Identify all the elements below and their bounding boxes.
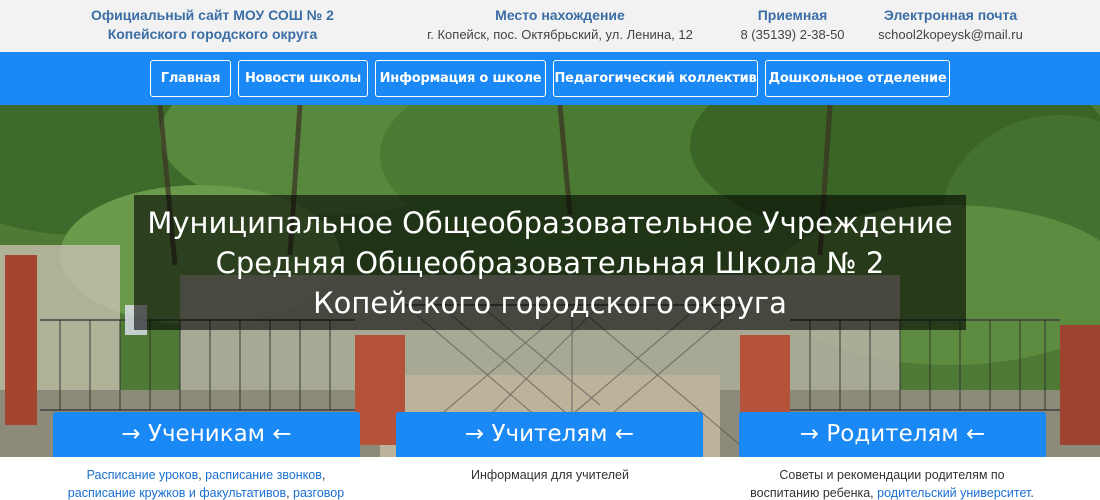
phone-block: Приемная 8 (35139) 2-38-50 <box>725 6 860 44</box>
parents-desc-line1: Советы и рекомендации родителям по <box>779 468 1005 482</box>
email-value[interactable]: school2kopeysk@mail.ru <box>868 25 1033 44</box>
bell-schedule-link[interactable]: расписание звонков <box>205 468 322 482</box>
teachers-info-text: Информация для учителей <box>471 468 629 482</box>
teachers-button[interactable]: → Учителям ← <box>396 412 703 457</box>
email-block: Электронная почта school2kopeysk@mail.ru <box>868 6 1033 44</box>
students-button[interactable]: → Ученикам ← <box>53 412 360 457</box>
phone-value: 8 (35139) 2-38-50 <box>740 27 845 42</box>
talk-link[interactable]: разговор <box>293 486 344 500</box>
location-label: Место нахождение <box>495 7 625 23</box>
hero-title-line3: Копейского городского округа <box>313 286 787 320</box>
nav-item-teaching-staff[interactable]: Педагогический коллектив <box>553 60 758 97</box>
students-description: Расписание уроков, расписание звонков, р… <box>46 466 366 500</box>
parent-university-link[interactable]: родительский университет <box>877 486 1030 500</box>
lesson-schedule-link[interactable]: Расписание уроков <box>87 468 199 482</box>
hero-title-box: Муниципальное Общеобразовательное Учрежд… <box>134 195 966 330</box>
site-title-line2[interactable]: Копейского городского округа <box>60 25 365 44</box>
clubs-schedule-link[interactable]: расписание кружков и факультативов <box>68 486 286 500</box>
separator: , <box>321 468 326 482</box>
period: . <box>1030 486 1034 500</box>
parents-desc-line2: воспитанию ребенка, <box>750 486 878 500</box>
nav-item-preschool[interactable]: Дошкольное отделение <box>765 60 950 97</box>
nav-item-school-news[interactable]: Новости школы <box>238 60 368 97</box>
parents-button[interactable]: → Родителям ← <box>739 412 1046 457</box>
hero-title-line2: Средняя Общеобразовательная Школа № 2 <box>215 246 885 280</box>
top-info-bar: Официальный сайт МОУ СОШ № 2 Копейского … <box>0 0 1100 52</box>
site-title[interactable]: Официальный сайт МОУ СОШ № 2 Копейского … <box>60 6 365 44</box>
separator: , <box>286 486 294 500</box>
hero-title-line1: Муниципальное Общеобразовательное Учрежд… <box>147 206 953 240</box>
parents-description: Советы и рекомендации родителям по воспи… <box>732 466 1052 500</box>
nav-item-school-info[interactable]: Информация о школе <box>375 60 546 97</box>
main-nav: Главная Новости школы Информация о школе… <box>0 52 1100 105</box>
location-value: г. Копейск, пос. Октябрьский, ул. Ленина… <box>427 27 693 42</box>
site-title-line1[interactable]: Официальный сайт МОУ СОШ № 2 <box>60 6 365 25</box>
hero-banner: Муниципальное Общеобразовательное Учрежд… <box>0 105 1100 457</box>
nav-item-home[interactable]: Главная <box>150 60 231 97</box>
teachers-description: Информация для учителей <box>390 466 710 484</box>
location-block: Место нахождение г. Копейск, пос. Октябр… <box>415 6 705 44</box>
phone-label: Приемная <box>757 7 828 23</box>
email-label: Электронная почта <box>883 7 1018 23</box>
